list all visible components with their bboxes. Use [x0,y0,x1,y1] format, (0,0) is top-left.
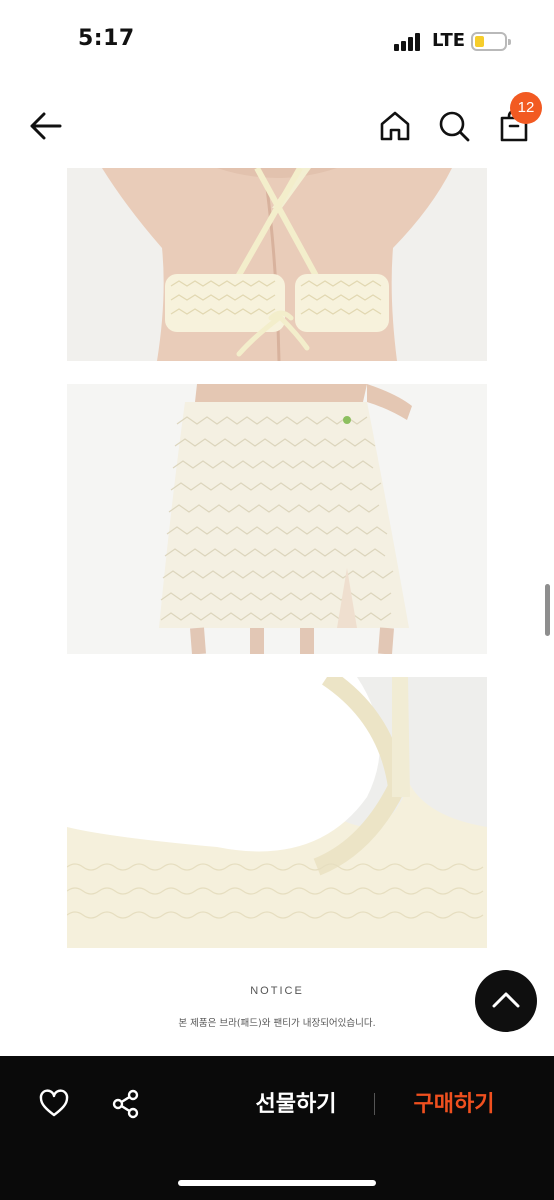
home-indicator[interactable] [178,1180,376,1186]
search-button[interactable] [436,108,472,144]
product-photo-pad-detail [67,677,487,948]
search-icon [439,111,470,142]
action-divider [374,1093,375,1115]
product-photo-skirt [67,384,487,654]
product-photo-back-view [67,168,487,361]
scrollbar-thumb[interactable] [545,584,550,636]
status-time: 5:17 [78,26,135,51]
buy-button[interactable]: 구매하기 [398,1086,510,1124]
battery-icon [471,32,511,51]
home-icon [380,111,410,141]
share-icon [112,1089,139,1119]
like-button[interactable] [38,1088,70,1120]
gift-button[interactable]: 선물하기 [240,1086,352,1124]
heart-icon [39,1089,69,1117]
network-label: LTE [432,30,466,51]
notice-text: 본 제품은 브라(패드)와 팬티가 내장되어있습니다. [178,1018,376,1029]
notice-title: NOTICE [250,985,304,997]
arrow-left-icon [30,112,62,140]
back-button[interactable] [26,108,66,144]
top-navigation [0,84,554,168]
signal-strength-icon [394,33,424,51]
scroll-to-top-button[interactable] [475,970,537,1032]
bottom-action-bar: 선물하기 구매하기 [0,1056,554,1200]
chevron-up-icon [492,992,520,1008]
home-button[interactable] [377,108,413,144]
cart-count-badge: 12 [510,92,542,124]
status-bar: 5:17 LTE [0,0,554,80]
share-button[interactable] [110,1088,142,1120]
